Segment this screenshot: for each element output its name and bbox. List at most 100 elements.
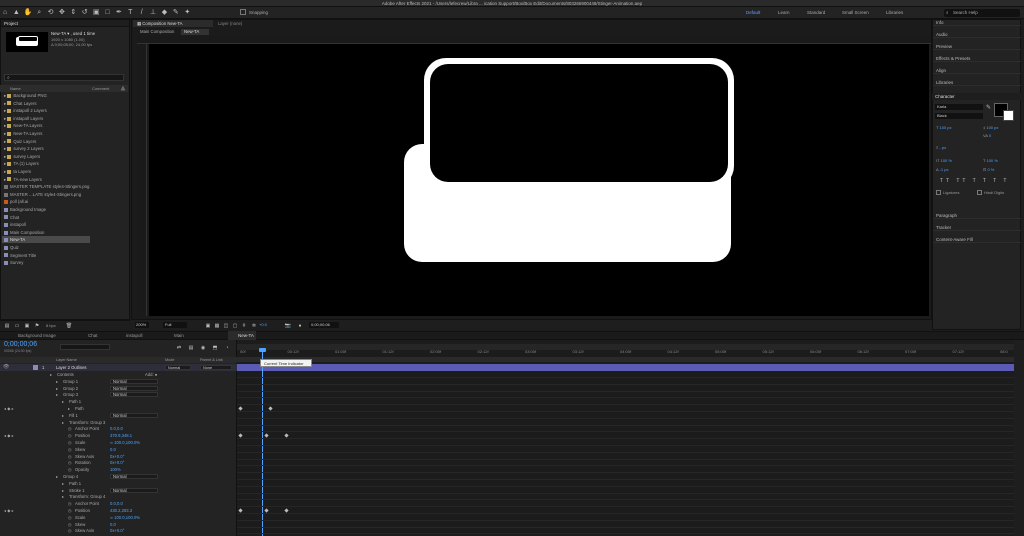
transparency-grid-icon[interactable]: ▦: [213, 322, 221, 330]
project-item[interactable]: Survey: [2, 259, 124, 266]
tracking-field[interactable]: VA 0: [983, 133, 991, 138]
timeline-search-input[interactable]: [60, 344, 110, 350]
comp-mini-flowchart-icon[interactable]: ⇄: [175, 344, 183, 352]
project-item[interactable]: poll (all.ai: [2, 198, 124, 205]
tab-composition[interactable]: ▦ Composition New-TA: [133, 20, 213, 27]
orbit-tool-icon[interactable]: ⟲: [47, 9, 55, 17]
project-item[interactable]: Segment Title: [2, 252, 124, 259]
stroke-width-field[interactable]: ≡ - px: [936, 145, 946, 150]
blend-mode-dropdown[interactable]: Normal: [110, 392, 158, 398]
panel-audio[interactable]: Audio: [933, 31, 1021, 38]
workspace-libraries[interactable]: Libraries: [886, 10, 903, 15]
snapping-checkbox[interactable]: [240, 9, 246, 15]
breadcrumb-main-composition[interactable]: Main Composition: [140, 29, 174, 34]
property-row[interactable]: ◷ Skew Axis 0x+0.0°: [0, 527, 237, 534]
font-family-dropdown[interactable]: Karla: [935, 104, 983, 110]
pen-tool-icon[interactable]: ✒: [115, 9, 123, 17]
new-folder-icon[interactable]: ▭: [13, 322, 21, 330]
snapshot-icon[interactable]: 📷: [284, 322, 292, 330]
column-comment[interactable]: Comment: [92, 85, 109, 92]
home-icon[interactable]: ⌂: [1, 9, 9, 17]
layer-name[interactable]: Layer 2 Outlines: [56, 364, 87, 371]
workspace-small-screen[interactable]: Small Screen: [842, 10, 869, 15]
selection-tool-icon[interactable]: ▲: [12, 9, 20, 17]
blend-mode-dropdown[interactable]: Normal: [110, 487, 158, 493]
exposure-value[interactable]: +0.0: [259, 322, 267, 327]
project-item[interactable]: ▸ instapoll Layers: [2, 115, 124, 122]
layer-name-column[interactable]: Layer Name: [56, 357, 77, 363]
stroke-color-swatch[interactable]: [1003, 110, 1014, 121]
panel-effects-presets[interactable]: Effects & Presets: [933, 55, 1021, 62]
panel-align[interactable]: Align: [933, 67, 1021, 74]
clone-tool-icon[interactable]: ⊥: [149, 9, 157, 17]
ligatures-checkbox[interactable]: [936, 190, 941, 195]
rotate-tool-icon[interactable]: ↺: [81, 9, 89, 17]
layer-label-color[interactable]: [33, 365, 38, 370]
layer-row-main[interactable]: 👁 1 Layer 2 Outlines Normal None: [0, 364, 237, 371]
timeline-scrollbar[interactable]: [1014, 340, 1024, 536]
exposure-icon[interactable]: ✲: [250, 322, 258, 330]
brush-tool-icon[interactable]: /: [138, 9, 146, 17]
guides-icon[interactable]: #: [240, 322, 248, 330]
show-channel-icon[interactable]: ●: [296, 322, 304, 330]
project-settings-icon[interactable]: ⚑: [33, 322, 41, 330]
font-size-field[interactable]: T 100 px: [936, 125, 952, 130]
timeline-tab[interactable]: instapoll: [116, 331, 156, 340]
shy-icon[interactable]: ◉: [199, 344, 207, 352]
project-item[interactable]: instapoll: [2, 221, 124, 228]
hindi-digits-checkbox[interactable]: [977, 190, 982, 195]
rectangle-tool-icon[interactable]: □: [104, 9, 112, 17]
track-row[interactable]: [237, 527, 1017, 535]
stopwatch-icon[interactable]: ◷: [68, 527, 72, 534]
draft-3d-icon[interactable]: ▤: [187, 344, 195, 352]
panel-paragraph[interactable]: Paragraph: [933, 212, 1021, 219]
project-item[interactable]: ▸ survey Layers: [2, 153, 124, 160]
project-item[interactable]: ▸ instapoll 2 Layers: [2, 107, 124, 114]
delete-icon[interactable]: 🗑: [65, 322, 73, 330]
parent-column[interactable]: Parent & Link: [200, 357, 223, 363]
blend-mode-dropdown[interactable]: Normal: [110, 385, 158, 391]
dolly-tool-icon[interactable]: ⇕: [69, 9, 77, 17]
leading-field[interactable]: ‡ 100 px: [983, 125, 998, 130]
search-help-input[interactable]: ⌕ Search Help: [944, 9, 1020, 17]
font-style-dropdown[interactable]: Black: [935, 113, 983, 119]
hand-tool-icon[interactable]: ✋: [24, 9, 33, 17]
time-ruler[interactable]: [237, 357, 1017, 362]
camera-tool-icon[interactable]: ▣: [92, 9, 100, 17]
breadcrumb-new-ta[interactable]: New-TA: [181, 29, 209, 35]
composition-viewer[interactable]: [149, 44, 929, 316]
eyedropper-icon[interactable]: ✎: [986, 104, 992, 112]
visibility-eye-icon[interactable]: 👁: [3, 364, 9, 370]
cti-handle[interactable]: [259, 348, 266, 352]
roto-tool-icon[interactable]: ✎: [172, 9, 180, 17]
tab-layer[interactable]: Layer (none): [218, 21, 242, 26]
project-item[interactable]: ▸ TA-new Layers: [2, 176, 124, 183]
panel-content-aware-fill[interactable]: Content-Aware Fill: [933, 236, 1021, 243]
vertical-scale-field[interactable]: IT 100 %: [936, 158, 952, 163]
mode-column[interactable]: Mode: [165, 357, 175, 363]
timeline-tab[interactable]: New-TA: [228, 331, 256, 340]
puppet-tool-icon[interactable]: ✦: [183, 9, 191, 17]
column-name[interactable]: Name: [10, 85, 21, 92]
resolution-dropdown[interactable]: Full: [163, 322, 187, 328]
project-item[interactable]: MASTER ...LATE style4-Stingers.png: [2, 191, 124, 198]
type-tool-icon[interactable]: T: [126, 9, 134, 17]
timeline-tab[interactable]: Chat: [78, 331, 118, 340]
pan-tool-icon[interactable]: ✥: [58, 9, 66, 17]
project-item[interactable]: Background Image: [2, 206, 124, 213]
bpc-label[interactable]: 8 bpc: [46, 323, 56, 328]
workspace-default[interactable]: Default: [746, 10, 760, 15]
blend-mode-dropdown[interactable]: Normal: [110, 412, 158, 418]
project-item[interactable]: ▸ New-TA Layers: [2, 122, 124, 129]
timeline-tab[interactable]: Background Image: [8, 331, 74, 340]
project-item[interactable]: MASTER TEMPLATE style4-Stingers.png: [2, 183, 124, 190]
layer-mode-dropdown[interactable]: Normal: [165, 365, 191, 370]
workspace-standard[interactable]: Standard: [807, 10, 825, 15]
tsume-field[interactable]: ⊡ 0 %: [983, 167, 994, 172]
timeline-tab[interactable]: Main Composition: [164, 331, 204, 347]
zoom-dropdown[interactable]: 200%: [135, 322, 149, 328]
project-item[interactable]: ▸ Chat Layers: [2, 100, 124, 107]
new-comp-icon[interactable]: ▣: [23, 322, 31, 330]
workspace-learn[interactable]: Learn: [778, 10, 790, 15]
flowchart-icon[interactable]: ⁂: [121, 85, 125, 92]
